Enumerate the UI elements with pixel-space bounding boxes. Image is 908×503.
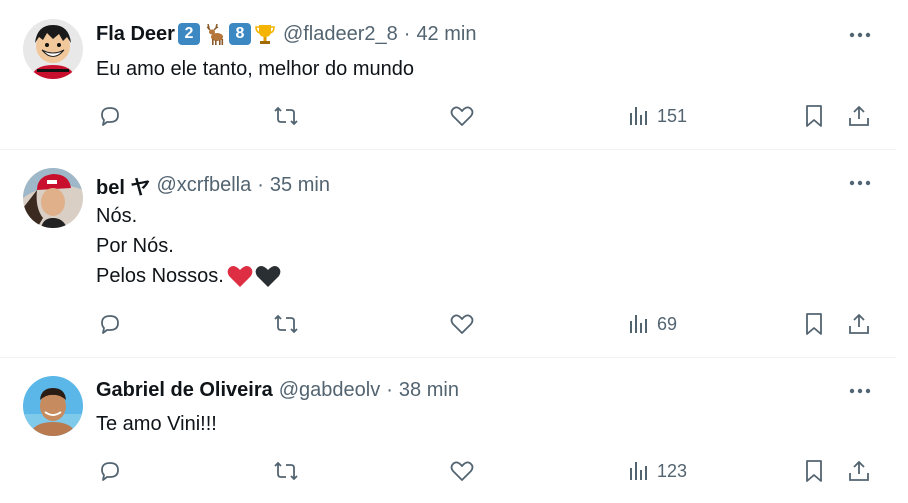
action-bar: 151 (0, 101, 896, 131)
text-line: Pelos Nossos. (96, 265, 224, 287)
like-button[interactable] (449, 459, 475, 483)
bookmark-button[interactable] (803, 104, 825, 128)
action-bar: 69 (0, 309, 896, 339)
separator-dot: · (403, 22, 411, 45)
bookmark-icon (806, 313, 822, 335)
timestamp[interactable]: 35 min (270, 174, 330, 197)
handle[interactable]: @fladeer2_8 (283, 23, 398, 46)
repost-button[interactable] (273, 312, 299, 336)
reply-icon (101, 107, 119, 126)
text-line: Eu amo ele tanto, melhor do mundo (96, 58, 414, 80)
reply-button[interactable] (98, 312, 122, 336)
text-line: Nós. (96, 205, 138, 227)
heart-icon (450, 106, 474, 126)
views-icon (630, 315, 647, 333)
reply-icon (101, 462, 119, 481)
like-button[interactable] (449, 312, 475, 336)
repost-button[interactable] (273, 459, 299, 483)
reply-button[interactable] (98, 104, 122, 128)
text-line: Te amo Vini!!! (96, 413, 217, 435)
bookmark-button[interactable] (803, 312, 825, 336)
views-count: 69 (657, 313, 678, 334)
share-button[interactable] (847, 459, 871, 483)
views-button[interactable]: 151 (627, 104, 687, 128)
tweet-feed: Fla Deer 2 8 @fladeer2_8 · 42 min Eu amo… (0, 0, 908, 503)
views-icon (630, 107, 647, 125)
display-name[interactable]: Fla Deer (96, 23, 175, 46)
separator-dot: · (257, 174, 264, 196)
timestamp[interactable]: 42 min (416, 23, 476, 46)
deer-icon (202, 22, 226, 46)
tweet-text: Te amo Vini!!! (96, 409, 217, 439)
tweet-header: Fla Deer 2 8 @fladeer2_8 · 42 min (96, 22, 476, 46)
display-name[interactable]: Gabriel de Oliveira (96, 379, 273, 402)
avatar[interactable] (23, 376, 83, 436)
text-line-with-hearts: Pelos Nossos. (96, 261, 282, 291)
share-icon (849, 313, 869, 334)
tweet-header: bel ヤ @xcrfbella · 35 min (96, 171, 330, 200)
more-options-icon[interactable] (846, 381, 874, 401)
repost-button[interactable] (273, 104, 299, 128)
tweet[interactable]: bel ヤ @xcrfbella · 35 min Nós. Por Nós. … (0, 150, 896, 358)
repost-icon (274, 106, 298, 126)
reply-icon (101, 315, 119, 334)
tweet-text: Eu amo ele tanto, melhor do mundo (96, 54, 414, 84)
tweet[interactable]: Gabriel de Oliveira @gabdeolv · 38 min T… (0, 358, 896, 503)
trophy-icon (253, 22, 277, 46)
more-options-icon[interactable] (846, 25, 874, 45)
black-heart-icon (255, 265, 281, 287)
bookmark-icon (806, 105, 822, 127)
bookmark-button[interactable] (803, 459, 825, 483)
share-button[interactable] (847, 312, 871, 336)
handle[interactable]: @xcrfbella (156, 174, 251, 197)
share-icon (849, 105, 869, 126)
red-heart-icon (227, 265, 253, 287)
share-button[interactable] (847, 104, 871, 128)
views-count: 123 (657, 460, 688, 481)
like-button[interactable] (449, 104, 475, 128)
share-icon (849, 460, 869, 481)
heart-icon (450, 461, 474, 481)
avatar[interactable] (23, 168, 83, 228)
reply-button[interactable] (98, 459, 122, 483)
views-icon (630, 462, 647, 480)
repost-icon (274, 461, 298, 481)
tweet-text: Nós. Por Nós. Pelos Nossos. (96, 201, 282, 291)
more-options-icon[interactable] (846, 173, 874, 193)
display-name[interactable]: bel ヤ (96, 171, 150, 200)
heart-icon (450, 314, 474, 334)
tweet-header: Gabriel de Oliveira @gabdeolv · 38 min (96, 379, 459, 402)
text-line: Por Nós. (96, 235, 174, 257)
views-button[interactable]: 123 (627, 459, 687, 483)
avatar[interactable] (23, 19, 83, 79)
bookmark-icon (806, 460, 822, 482)
repost-icon (274, 314, 298, 334)
tweet[interactable]: Fla Deer 2 8 @fladeer2_8 · 42 min Eu amo… (0, 0, 896, 150)
views-count: 151 (657, 105, 688, 126)
keycap-badge: 8 (228, 23, 251, 45)
keycap-badge: 2 (177, 23, 200, 45)
views-button[interactable]: 69 (627, 312, 677, 336)
action-bar: 123 (0, 456, 896, 486)
handle[interactable]: @gabdeolv (279, 379, 380, 402)
timestamp[interactable]: 38 min (399, 379, 459, 402)
separator-dot: · (386, 379, 393, 401)
